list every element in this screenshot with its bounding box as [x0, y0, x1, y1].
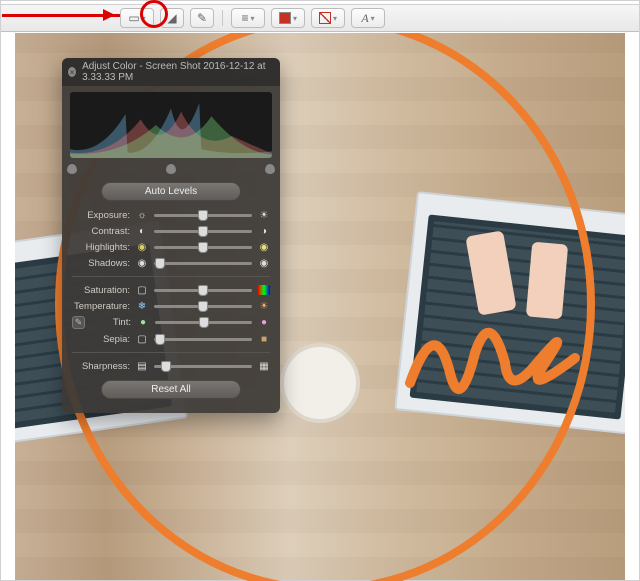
highlights-low-icon: ◉ — [136, 241, 148, 253]
sketch-tool-button[interactable]: ✎ — [190, 8, 214, 28]
saturation-label: Saturation: — [72, 285, 130, 296]
contrast-label: Contrast: — [72, 226, 130, 237]
pencil-icon: ✎ — [197, 11, 207, 25]
selection-icon: ▭ — [128, 11, 139, 25]
sun-dim-icon: ☼ — [136, 209, 148, 221]
tint-magenta-icon: ● — [258, 317, 270, 329]
temperature-row: Temperature: ❄ ☀ — [62, 298, 280, 314]
shadows-label: Shadows: — [72, 258, 130, 269]
sharpness-low-icon: ▤ — [136, 360, 148, 372]
sharpness-high-icon: ▦ — [258, 360, 270, 372]
chevron-down-icon: ▾ — [293, 14, 297, 23]
sepia-low-icon: ▢ — [136, 333, 148, 345]
highlights-row: Highlights: ◉ ◉ — [62, 239, 280, 255]
close-icon[interactable]: × — [68, 67, 76, 77]
black-point-handle[interactable] — [67, 164, 77, 174]
reset-all-button[interactable]: Reset All — [101, 380, 241, 399]
saturation-high-icon — [258, 285, 270, 295]
saturation-slider[interactable] — [154, 289, 252, 292]
panel-titlebar[interactable]: × Adjust Color - Screen Shot 2016-12-12 … — [62, 58, 280, 86]
panel-divider — [72, 352, 270, 353]
highlights-high-icon: ◉ — [258, 241, 270, 253]
sepia-row: Sepia: ▢ ■ — [62, 331, 280, 347]
saturation-low-icon: ▢ — [136, 284, 148, 296]
stroke-swatch-icon — [319, 12, 331, 24]
tint-green-icon: ● — [137, 317, 149, 329]
markup-toolbar: ▭▾ ◢ ✎ ≡▾ ▾ ▾ A▾ — [0, 4, 640, 32]
tint-label: Tint: — [93, 317, 131, 328]
annotation-arrow — [2, 14, 120, 17]
tint-row: ✎ Tint: ● ● — [62, 314, 280, 331]
color-swatch-icon — [279, 12, 291, 24]
contrast-row: Contrast: ◐ ◑ — [62, 223, 280, 239]
chevron-down-icon: ▾ — [333, 14, 337, 23]
lines-icon: ≡ — [241, 11, 248, 25]
auto-levels-button[interactable]: Auto Levels — [101, 182, 241, 201]
sepia-slider[interactable] — [154, 338, 252, 341]
sharpness-label: Sharpness: — [72, 361, 130, 372]
line-weight-button[interactable]: ≡▾ — [231, 8, 265, 28]
highlights-label: Highlights: — [72, 242, 130, 253]
sharpness-slider[interactable] — [154, 365, 252, 368]
sepia-label: Sepia: — [72, 334, 130, 345]
shadows-row: Shadows: ◉ ◉ — [62, 255, 280, 271]
sun-bright-icon: ☀ — [258, 209, 270, 221]
contrast-slider[interactable] — [154, 230, 252, 233]
contrast-low-icon: ◐ — [136, 225, 148, 237]
panel-title-text: Adjust Color - Screen Shot 2016-12-12 at… — [82, 61, 274, 83]
exposure-label: Exposure: — [72, 210, 130, 221]
cool-icon: ❄ — [136, 300, 148, 312]
adjust-color-panel: × Adjust Color - Screen Shot 2016-12-12 … — [62, 58, 280, 413]
contrast-high-icon: ◑ — [258, 225, 270, 237]
shadows-high-icon: ◉ — [258, 257, 270, 269]
text-style-icon: A — [361, 11, 368, 26]
exposure-row: Exposure: ☼ ☀ — [62, 207, 280, 223]
toolbar-separator — [222, 10, 223, 26]
temperature-label: Temperature: — [72, 301, 130, 312]
saturation-row: Saturation: ▢ — [62, 282, 280, 298]
panel-divider — [72, 276, 270, 277]
annotation-circle — [140, 0, 168, 28]
shadows-slider[interactable] — [154, 262, 252, 265]
white-point-handle[interactable] — [265, 164, 275, 174]
histogram — [70, 92, 272, 158]
stroke-color-button[interactable]: ▾ — [311, 8, 345, 28]
prism-icon: ◢ — [167, 11, 176, 25]
warm-icon: ☀ — [258, 300, 270, 312]
mid-point-handle[interactable] — [166, 164, 176, 174]
tint-slider[interactable] — [155, 321, 252, 324]
fill-color-button[interactable]: ▾ — [271, 8, 305, 28]
tint-eyedropper-button[interactable]: ✎ — [72, 316, 85, 329]
highlights-slider[interactable] — [154, 246, 252, 249]
shadows-low-icon: ◉ — [136, 257, 148, 269]
chevron-down-icon: ▾ — [371, 14, 375, 23]
histogram-handles[interactable] — [70, 164, 272, 176]
temperature-slider[interactable] — [154, 305, 252, 308]
text-style-button[interactable]: A▾ — [351, 8, 385, 28]
drawn-scribble — [405, 303, 585, 413]
chevron-down-icon: ▾ — [251, 14, 255, 23]
sharpness-row: Sharpness: ▤ ▦ — [62, 358, 280, 374]
exposure-slider[interactable] — [154, 214, 252, 217]
sepia-high-icon: ■ — [258, 333, 270, 345]
